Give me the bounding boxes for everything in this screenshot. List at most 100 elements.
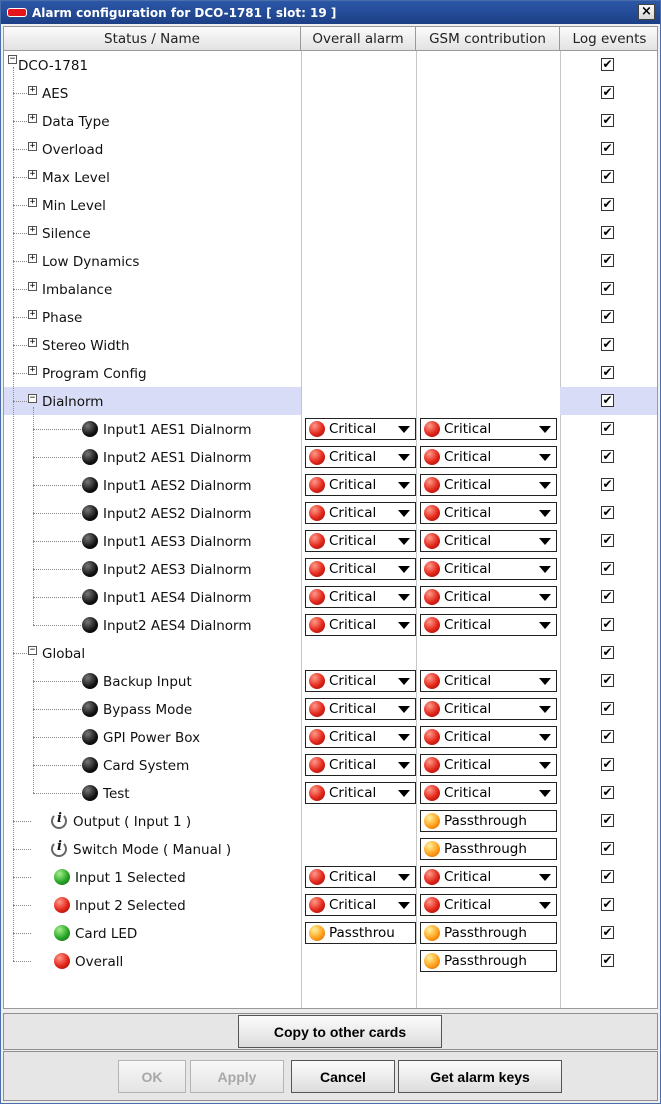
log-events-checkbox[interactable]: ✔ [601,898,614,911]
log-events-checkbox[interactable]: ✔ [601,422,614,435]
overall-alarm-select[interactable]: Critical [305,502,416,524]
gsm-contribution-select[interactable]: Critical [420,502,557,524]
log-events-checkbox[interactable]: ✔ [601,338,614,351]
log-events-checkbox[interactable]: ✔ [601,926,614,939]
expand-icon[interactable]: + [28,226,37,235]
log-events-checkbox[interactable]: ✔ [601,506,614,519]
log-events-checkbox[interactable]: ✔ [601,226,614,239]
gsm-contribution-select[interactable]: Critical [420,586,557,608]
tree-row[interactable]: + Data Type ✔ [4,107,657,135]
column-header-overall-alarm[interactable]: Overall alarm [301,27,416,51]
overall-alarm-select[interactable]: Critical [305,754,416,776]
close-icon[interactable]: × [638,4,655,20]
gsm-contribution-select[interactable]: Critical [420,726,557,748]
gsm-contribution-select[interactable]: Critical [420,446,557,468]
log-events-checkbox[interactable]: ✔ [601,366,614,379]
gsm-contribution-select[interactable]: Passthrough [420,810,557,832]
expand-icon[interactable]: + [28,142,37,151]
gsm-contribution-select[interactable]: Critical [420,670,557,692]
log-events-checkbox[interactable]: ✔ [601,170,614,183]
log-events-checkbox[interactable]: ✔ [601,954,614,967]
tree-row[interactable]: + Silence ✔ [4,219,657,247]
expand-icon[interactable]: + [28,254,37,263]
overall-alarm-select[interactable]: Critical [305,614,416,636]
column-header-log-events[interactable]: Log events [560,27,657,51]
tree-row[interactable]: − Dialnorm ✔ [4,387,657,415]
tree-row[interactable]: Input2 AES1 Dialnorm Critical Critical ✔ [4,443,657,471]
overall-alarm-select[interactable]: Critical [305,586,416,608]
overall-alarm-select[interactable]: Critical [305,894,416,916]
tree-row[interactable]: − DCO-1781 ✔ [4,51,657,79]
gsm-contribution-select[interactable]: Critical [420,894,557,916]
tree-row[interactable]: Input2 AES3 Dialnorm Critical Critical ✔ [4,555,657,583]
copy-to-other-cards-button[interactable]: Copy to other cards [238,1015,442,1048]
collapse-icon[interactable]: − [28,646,37,655]
tree-row[interactable]: + Min Level ✔ [4,191,657,219]
tree-row[interactable]: GPI Power Box Critical Critical ✔ [4,723,657,751]
log-events-checkbox[interactable]: ✔ [601,702,614,715]
tree-row[interactable]: + Overload ✔ [4,135,657,163]
tree-row[interactable]: Input2 AES2 Dialnorm Critical Critical ✔ [4,499,657,527]
cancel-button[interactable]: Cancel [291,1060,395,1093]
expand-icon[interactable]: + [28,198,37,207]
log-events-checkbox[interactable]: ✔ [601,198,614,211]
column-header-gsm-contribution[interactable]: GSM contribution [416,27,560,51]
log-events-checkbox[interactable]: ✔ [601,562,614,575]
gsm-contribution-select[interactable]: Critical [420,474,557,496]
log-events-checkbox[interactable]: ✔ [601,786,614,799]
gsm-contribution-select[interactable]: Critical [420,530,557,552]
tree-row[interactable]: + Max Level ✔ [4,163,657,191]
gsm-contribution-select[interactable]: Critical [420,614,557,636]
overall-alarm-select[interactable]: Critical [305,670,416,692]
expand-icon[interactable]: + [28,282,37,291]
log-events-checkbox[interactable]: ✔ [601,646,614,659]
tree-row[interactable]: i Output ( Input 1 ) Passthrough ✔ [4,807,657,835]
collapse-icon[interactable]: − [8,55,17,64]
overall-alarm-select[interactable]: Critical [305,418,416,440]
overall-alarm-select[interactable]: Critical [305,474,416,496]
log-events-checkbox[interactable]: ✔ [601,450,614,463]
tree-row[interactable]: + Imbalance ✔ [4,275,657,303]
gsm-contribution-select[interactable]: Critical [420,782,557,804]
overall-alarm-select[interactable]: Critical [305,558,416,580]
expand-icon[interactable]: + [28,170,37,179]
overall-alarm-select[interactable]: Passthrou [305,922,416,944]
tree-row[interactable]: Bypass Mode Critical Critical ✔ [4,695,657,723]
log-events-checkbox[interactable]: ✔ [601,142,614,155]
get-alarm-keys-button[interactable]: Get alarm keys [398,1060,562,1093]
tree-row[interactable]: Backup Input Critical Critical ✔ [4,667,657,695]
expand-icon[interactable]: + [28,338,37,347]
gsm-contribution-select[interactable]: Critical [420,866,557,888]
tree-row[interactable]: Input2 AES4 Dialnorm Critical Critical ✔ [4,611,657,639]
overall-alarm-select[interactable]: Critical [305,698,416,720]
log-events-checkbox[interactable]: ✔ [601,590,614,603]
tree-row[interactable]: i Switch Mode ( Manual ) Passthrough ✔ [4,835,657,863]
tree-row[interactable]: + Low Dynamics ✔ [4,247,657,275]
log-events-checkbox[interactable]: ✔ [601,478,614,491]
gsm-contribution-select[interactable]: Passthrough [420,838,557,860]
tree-row[interactable]: + AES ✔ [4,79,657,107]
title-bar[interactable]: Alarm configuration for DCO-1781 [ slot:… [1,1,660,24]
expand-icon[interactable]: + [28,114,37,123]
log-events-checkbox[interactable]: ✔ [601,114,614,127]
tree-row[interactable]: Input 1 Selected Critical Critical ✔ [4,863,657,891]
tree-row[interactable]: Overall Passthrough ✔ [4,947,657,975]
ok-button[interactable]: OK [118,1060,186,1093]
gsm-contribution-select[interactable]: Critical [420,558,557,580]
tree-row[interactable]: + Program Config ✔ [4,359,657,387]
overall-alarm-select[interactable]: Critical [305,530,416,552]
gsm-contribution-select[interactable]: Critical [420,698,557,720]
gsm-contribution-select[interactable]: Passthrough [420,950,557,972]
overall-alarm-select[interactable]: Critical [305,782,416,804]
expand-icon[interactable]: + [28,366,37,375]
overall-alarm-select[interactable]: Critical [305,866,416,888]
expand-icon[interactable]: + [28,310,37,319]
collapse-icon[interactable]: − [28,394,37,403]
log-events-checkbox[interactable]: ✔ [601,86,614,99]
log-events-checkbox[interactable]: ✔ [601,674,614,687]
log-events-checkbox[interactable]: ✔ [601,814,614,827]
tree-row[interactable]: Input1 AES4 Dialnorm Critical Critical ✔ [4,583,657,611]
log-events-checkbox[interactable]: ✔ [601,842,614,855]
apply-button[interactable]: Apply [190,1060,284,1093]
log-events-checkbox[interactable]: ✔ [601,282,614,295]
